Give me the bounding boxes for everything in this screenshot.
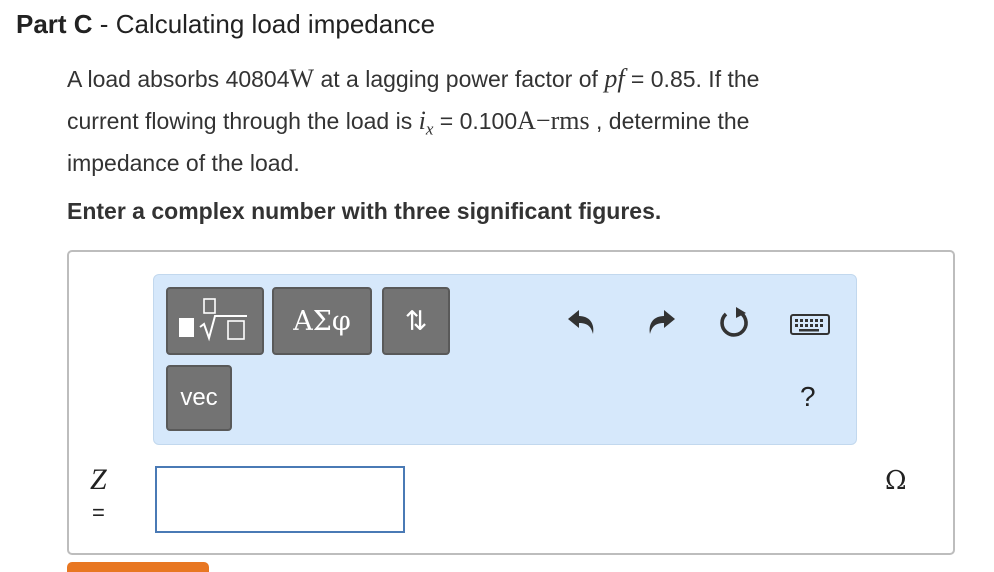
part-title: Part C - Calculating load impedance [16, 9, 435, 40]
problem-text: A load absorbs [67, 66, 226, 92]
power-value: 40804 [225, 66, 290, 92]
answer-input[interactable] [155, 466, 405, 533]
math-toolbar: ΑΣφ ⇅ vec ? [153, 274, 857, 445]
submit-button[interactable] [67, 562, 209, 572]
problem-line-1: A load absorbs 40804W at a lagging power… [67, 60, 967, 102]
problem-line-2: current flowing through the load is ix =… [67, 102, 967, 144]
problem-text: impedance of the load. [67, 150, 300, 176]
part-title-text: Calculating load impedance [115, 9, 436, 39]
vec-button[interactable]: vec [166, 365, 232, 431]
problem-text: at a lagging power factor of [314, 66, 605, 92]
problem-line-3: impedance of the load. [67, 144, 967, 186]
power-unit: W [289, 64, 315, 93]
instruction: Enter a complex number with three signif… [67, 198, 662, 224]
undo-icon[interactable] [566, 305, 600, 339]
current-value: = 0.100 [433, 108, 518, 134]
redo-icon[interactable] [643, 305, 677, 339]
arrows-button[interactable]: ⇅ [382, 287, 450, 355]
greek-symbols-button[interactable]: ΑΣφ [272, 287, 372, 355]
problem-text: , determine the [589, 108, 750, 134]
reset-icon[interactable] [716, 305, 752, 341]
templates-icon [179, 298, 247, 342]
unit-label: Ω [885, 466, 907, 496]
help-button[interactable]: ? [800, 381, 816, 413]
variable-label: Z [90, 463, 107, 496]
problem-statement: A load absorbs 40804W at a lagging power… [67, 60, 967, 186]
current-unit: A−rms [517, 106, 590, 135]
equals-sign: = [92, 500, 105, 525]
pf-symbol: pf [604, 64, 625, 93]
templates-button[interactable] [166, 287, 264, 355]
problem-text: current flowing through the load is [67, 108, 419, 134]
problem-text: = 0.85. If the [624, 66, 760, 92]
part-label: Part C [16, 9, 93, 39]
title-separator: - [92, 9, 116, 39]
keyboard-icon[interactable] [790, 313, 830, 337]
current-symbol: i [418, 106, 426, 135]
